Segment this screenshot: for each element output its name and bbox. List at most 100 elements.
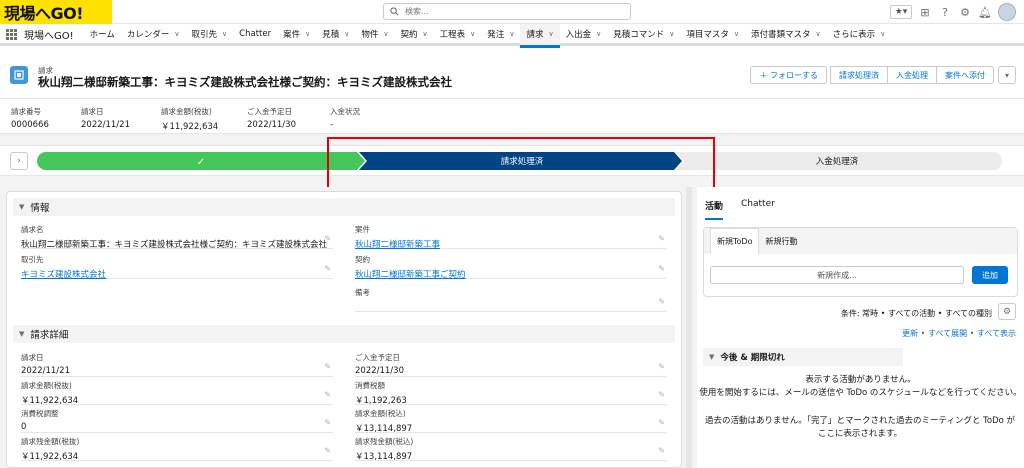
detail-section-title: 請求詳細 bbox=[30, 330, 69, 341]
edit-pencil-icon[interactable]: ✎ bbox=[658, 446, 665, 455]
edit-pencil-icon[interactable]: ✎ bbox=[658, 264, 665, 273]
edit-pencil-icon[interactable]: ✎ bbox=[658, 234, 665, 243]
chevron-down-icon[interactable]: ∨ bbox=[734, 30, 739, 38]
edit-pencil-icon[interactable]: ✎ bbox=[324, 446, 331, 455]
chevron-down-icon[interactable]: ∨ bbox=[344, 30, 349, 38]
case-link[interactable]: 秋山翔二様邸新築工事 bbox=[355, 238, 667, 250]
nav-item-5[interactable]: 見積 ∨ bbox=[316, 24, 355, 45]
tab-new-event[interactable]: 新規行動 bbox=[759, 228, 803, 254]
nav-item-3[interactable]: Chatter bbox=[233, 24, 277, 45]
edit-pencil-icon[interactable]: ✎ bbox=[324, 390, 331, 399]
past-activity-text: 過去の活動はありません。「完了」とマークされた過去のミーティングと ToDo が… bbox=[704, 416, 1016, 439]
contract-link[interactable]: 秋山翔二様邸新築工事ご契約 bbox=[355, 268, 667, 280]
stage-completed-check: ✓ bbox=[197, 157, 205, 168]
chevron-down-icon[interactable]: ∨ bbox=[305, 30, 310, 38]
edit-pencil-icon[interactable]: ✎ bbox=[324, 418, 331, 427]
notification-bell-icon[interactable]: 🔔︎ bbox=[978, 5, 992, 19]
nav-item-15[interactable]: さらに表示 ∨ bbox=[827, 24, 892, 45]
nav-item-label: 案件 bbox=[283, 30, 301, 40]
chevron-down-icon[interactable]: ∨ bbox=[174, 30, 179, 38]
favorites-star-icon[interactable]: ★▾ bbox=[890, 5, 912, 19]
edit-pencil-icon[interactable]: ✎ bbox=[658, 390, 665, 399]
upcoming-title: 今後 & 期限切れ bbox=[720, 353, 785, 363]
chevron-down-icon[interactable]: ∨ bbox=[509, 30, 514, 38]
nav-item-6[interactable]: 物件 ∨ bbox=[355, 24, 394, 45]
field-amount-excl-tax: 請求金額(税抜) ￥11,922,634 ✎ bbox=[21, 378, 333, 406]
edit-pencil-icon[interactable]: ✎ bbox=[324, 234, 331, 243]
gear-icon[interactable]: ⚙ bbox=[958, 5, 972, 19]
field-remaining-incl-tax: 請求残金額(税込) ￥13,114,897 ✎ bbox=[355, 434, 667, 462]
nav-item-label: 添付書類マスタ bbox=[751, 30, 811, 40]
path-toggle-chevron-right-icon[interactable]: › bbox=[10, 152, 28, 170]
nav-item-10[interactable]: 請求 ∨ bbox=[520, 23, 560, 48]
help-icon[interactable]: ? bbox=[938, 5, 952, 19]
utility-icons: ★▾ ⊞ ? ⚙ 🔔︎ bbox=[890, 3, 1016, 21]
chevron-down-icon[interactable]: ∨ bbox=[383, 30, 388, 38]
chevron-down-icon[interactable]: ∨ bbox=[470, 30, 475, 38]
chevron-down-icon[interactable]: ∨ bbox=[222, 30, 227, 38]
field-remaining-excl-tax: 請求残金額(税抜) ￥11,922,634 ✎ bbox=[21, 434, 333, 462]
tab-activity[interactable]: 活動 bbox=[705, 199, 724, 220]
info-section-header[interactable]: ▼ 情報 bbox=[13, 198, 675, 216]
edit-pencil-icon[interactable]: ✎ bbox=[658, 418, 665, 427]
attach-to-case-button[interactable]: 案件へ添付 bbox=[936, 66, 994, 84]
avatar[interactable] bbox=[998, 3, 1016, 21]
add-button[interactable]: 追加 bbox=[972, 266, 1008, 284]
tab-chatter[interactable]: Chatter bbox=[741, 199, 775, 220]
nav-item-9[interactable]: 発注 ∨ bbox=[481, 24, 520, 45]
app-launcher-icon[interactable] bbox=[0, 24, 22, 45]
nav-item-label: 取引先 bbox=[191, 30, 218, 40]
edit-pencil-icon[interactable]: ✎ bbox=[658, 297, 665, 306]
stage-payment-processed-label: 入金処理済 bbox=[816, 156, 859, 167]
nav-item-14[interactable]: 添付書類マスタ ∨ bbox=[745, 24, 827, 45]
nav-item-2[interactable]: 取引先 ∨ bbox=[186, 24, 234, 45]
tab-new-todo[interactable]: 新規ToDo bbox=[710, 228, 760, 254]
highlight-invoice-number: 請求番号 0000666 bbox=[11, 107, 49, 130]
scrollbar[interactable] bbox=[686, 187, 692, 468]
chevron-down-icon[interactable]: ∨ bbox=[880, 30, 885, 38]
nav-item-1[interactable]: カレンダー ∨ bbox=[121, 24, 186, 45]
chevron-down-icon: ▼ bbox=[19, 203, 25, 211]
invoice-processed-button[interactable]: 請求処理済 bbox=[830, 66, 888, 84]
details-card: ▼ 情報 請求名 秋山翔二様邸新築工事：キヨミズ建設株式会社様ご契約：キヨミズ建設… bbox=[6, 191, 682, 468]
search-input[interactable]: 検索... bbox=[383, 3, 631, 20]
logo[interactable]: 現場へGO! bbox=[0, 0, 112, 24]
composer-tabs: 新規ToDo 新規行動 bbox=[704, 228, 1017, 254]
chevron-down-icon[interactable]: ∨ bbox=[548, 30, 553, 38]
record-type-icon bbox=[10, 66, 28, 84]
nav-item-11[interactable]: 入出金 ∨ bbox=[560, 24, 608, 45]
account-link[interactable]: キヨミズ建設株式会社 bbox=[21, 268, 333, 280]
chevron-down-icon[interactable]: ∨ bbox=[596, 30, 601, 38]
nav-item-12[interactable]: 見積コマンド ∨ bbox=[607, 24, 680, 45]
add-icon[interactable]: ⊞ bbox=[918, 5, 932, 19]
upcoming-overdue-header[interactable]: ▼ 今後 & 期限切れ bbox=[703, 348, 903, 366]
edit-pencil-icon[interactable]: ✎ bbox=[658, 362, 665, 371]
new-task-input[interactable]: 新規作成... bbox=[710, 266, 964, 284]
more-actions-chevron-down-icon[interactable]: ▾ bbox=[998, 66, 1016, 84]
app-name: 現場へGO! bbox=[24, 30, 74, 42]
nav-item-4[interactable]: 案件 ∨ bbox=[277, 24, 316, 45]
activity-links[interactable]: 更新 • すべて展開 • すべて表示 bbox=[902, 328, 1016, 339]
chevron-down-icon[interactable]: ∨ bbox=[816, 30, 821, 38]
nav-item-0[interactable]: ホーム bbox=[84, 24, 121, 45]
record-body: ▼ 情報 請求名 秋山翔二様邸新築工事：キヨミズ建設株式会社様ご契約：キヨミズ建設… bbox=[0, 187, 1024, 468]
filter-gear-icon[interactable]: ⚙ bbox=[998, 303, 1016, 320]
nav-item-13[interactable]: 項目マスタ ∨ bbox=[680, 24, 745, 45]
search-icon bbox=[390, 7, 399, 16]
highlight-due-date: ご入金予定日 2022/11/30 bbox=[247, 107, 296, 130]
edit-pencil-icon[interactable]: ✎ bbox=[324, 264, 331, 273]
highlights-panel: 請求番号 0000666 請求日 2022/11/21 請求金額(税抜) ￥11,92… bbox=[0, 99, 1024, 134]
highlight-invoice-date: 請求日 2022/11/21 bbox=[81, 107, 130, 130]
nav-item-8[interactable]: 工程表 ∨ bbox=[434, 24, 482, 45]
page-title: 秋山翔二様邸新築工事：キヨミズ建設株式会社様ご契約：キヨミズ建設株式会社 bbox=[38, 75, 452, 89]
follow-button[interactable]: ＋ フォローする bbox=[750, 66, 827, 84]
detail-section-header[interactable]: ▼ 請求詳細 bbox=[13, 325, 675, 343]
nav-item-7[interactable]: 契約 ∨ bbox=[395, 24, 434, 45]
field-invoice-date: 請求日 2022/11/21 ✎ bbox=[21, 350, 333, 377]
field-invoice-name: 請求名 秋山翔二様邸新築工事：キヨミズ建設株式会社様ご契約：キヨミズ建設株式会社 ✎ bbox=[21, 222, 333, 250]
chevron-down-icon[interactable]: ∨ bbox=[669, 30, 674, 38]
edit-pencil-icon[interactable]: ✎ bbox=[324, 362, 331, 371]
field-case: 案件 秋山翔二様邸新築工事 ✎ bbox=[355, 222, 667, 250]
chevron-down-icon[interactable]: ∨ bbox=[423, 30, 428, 38]
payment-process-button[interactable]: 入金処理 bbox=[887, 66, 937, 84]
